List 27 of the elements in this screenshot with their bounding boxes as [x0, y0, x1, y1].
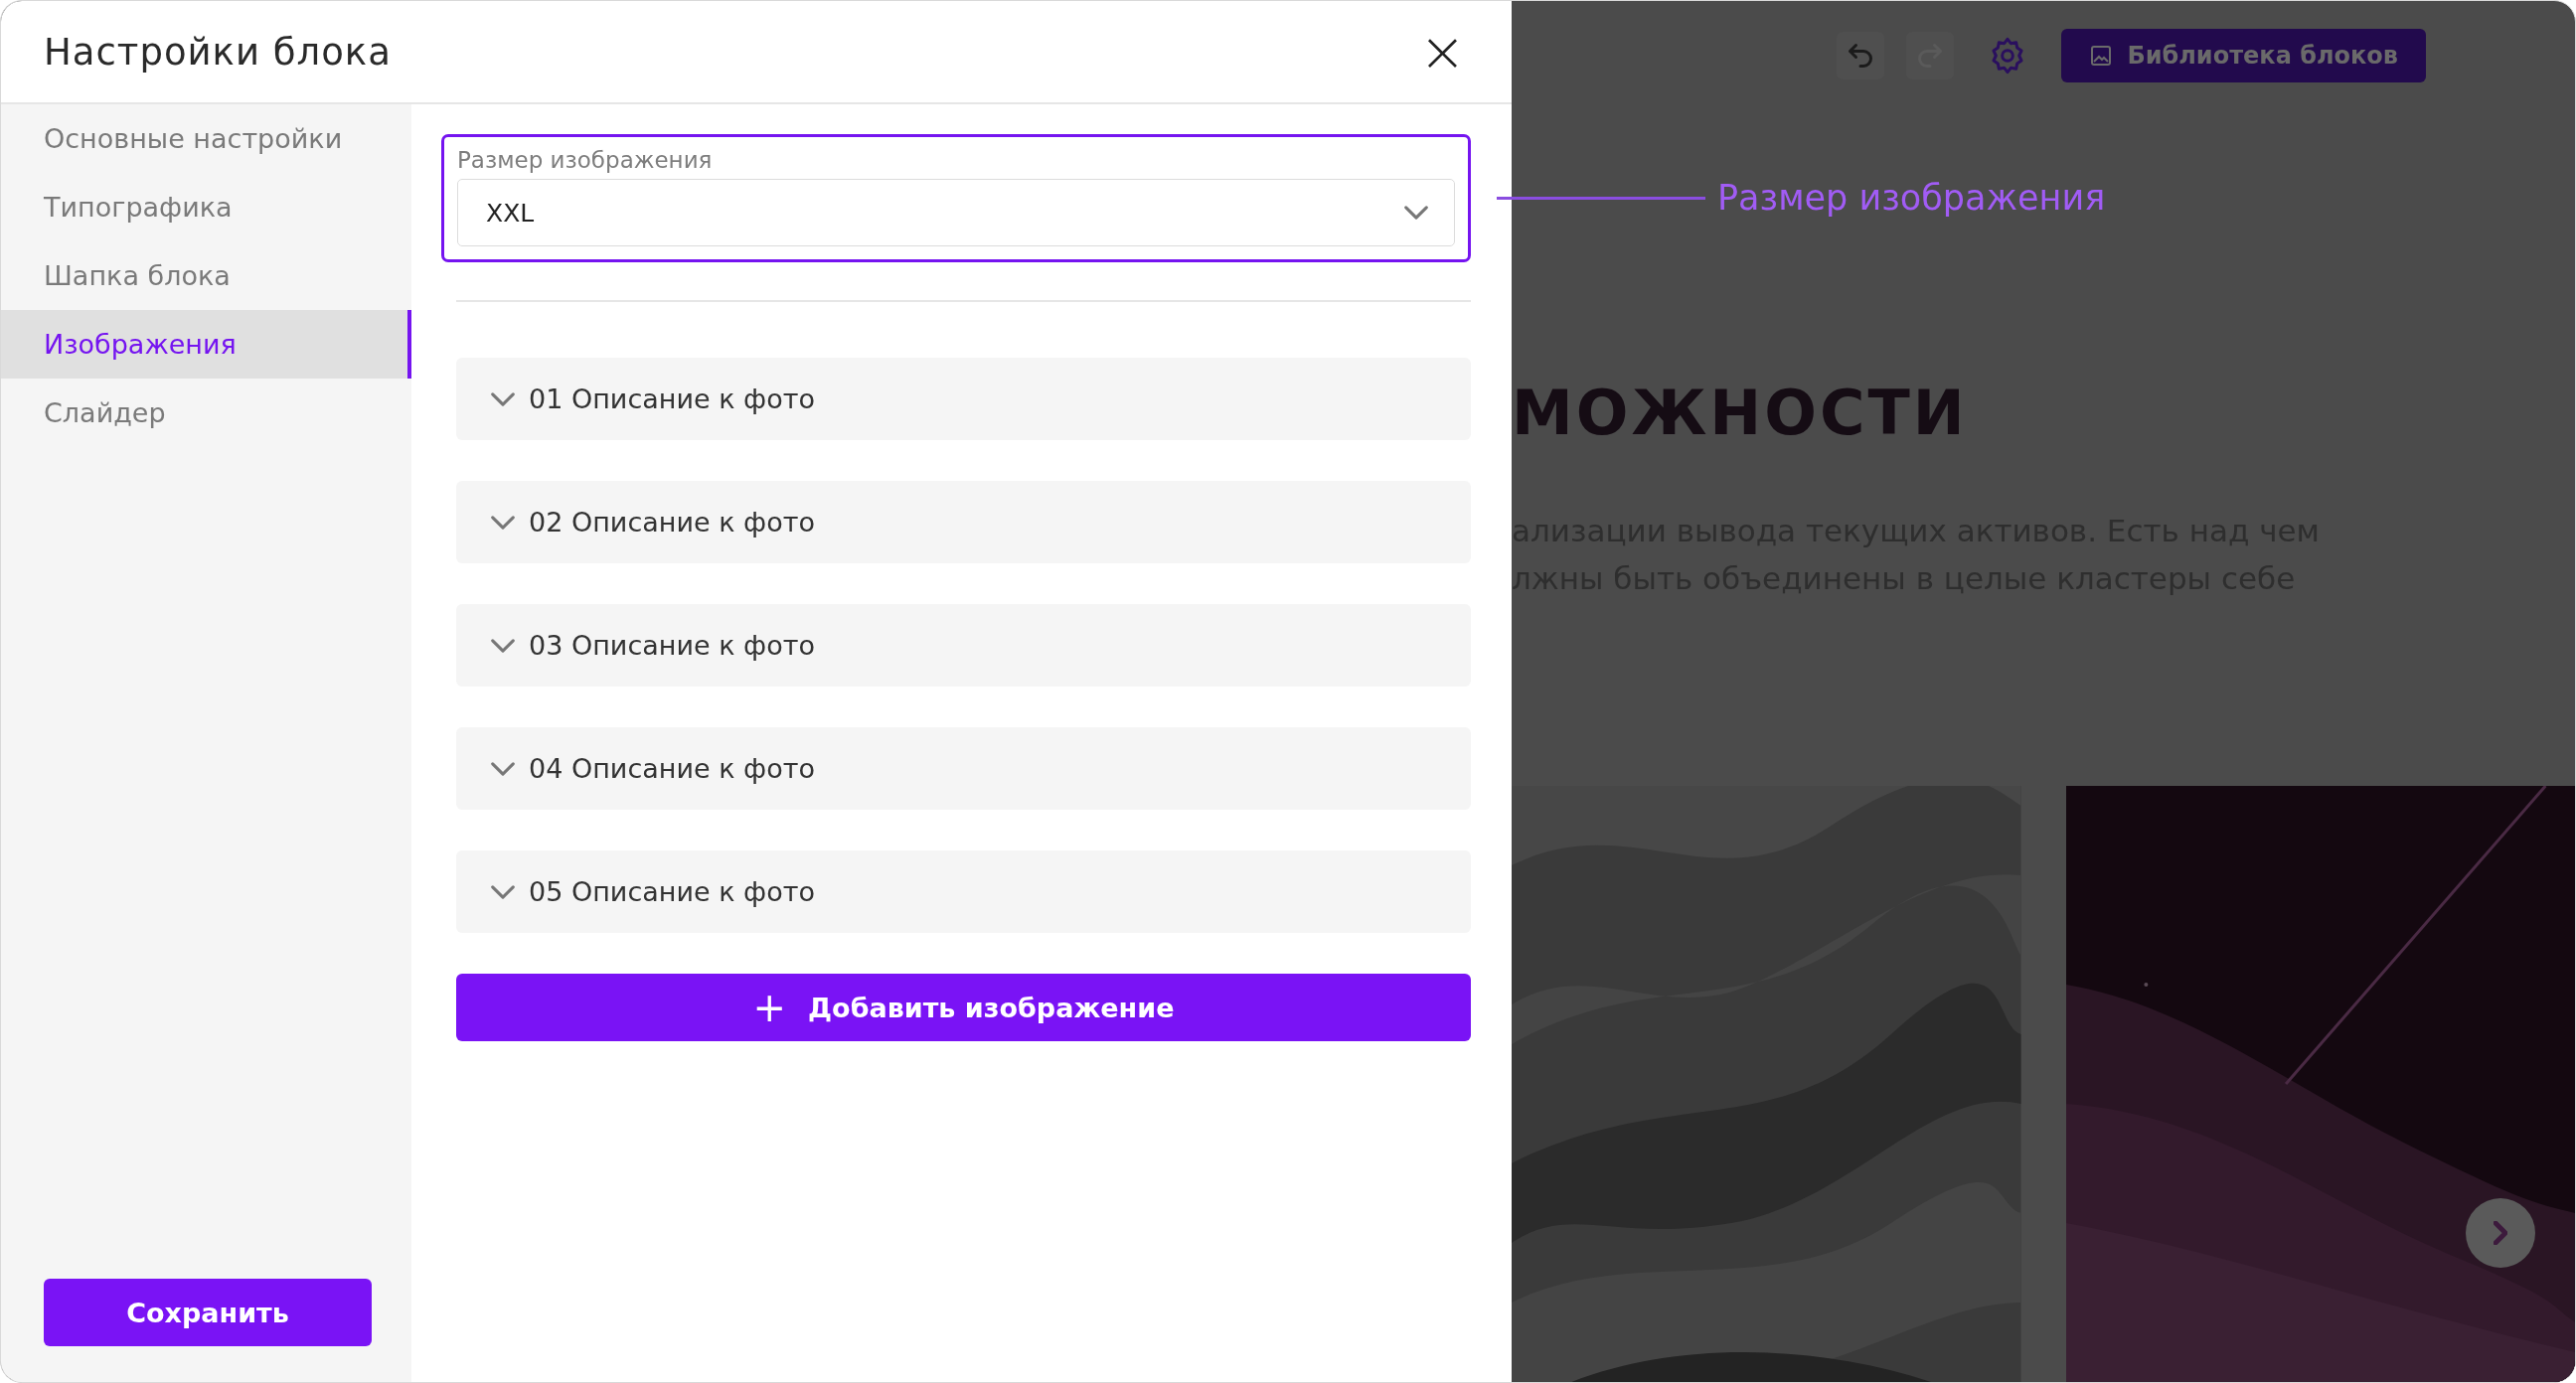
undo-icon[interactable]: [1837, 32, 1885, 79]
accordion-item[interactable]: 02 Описание к фото: [456, 481, 1471, 563]
image-icon: [2089, 44, 2114, 68]
sidebar-item[interactable]: Шапка блока: [1, 241, 411, 310]
save-button[interactable]: Сохранить: [44, 1279, 372, 1346]
chevron-down-icon: [1404, 206, 1428, 220]
field-label: Размер изображения: [457, 147, 714, 173]
sidebar-item[interactable]: Слайдер: [1, 379, 411, 447]
add-image-button[interactable]: + Добавить изображение: [456, 974, 1471, 1041]
dialog-title: Настройки блока: [44, 30, 392, 74]
sidebar-item[interactable]: Основные настройки: [1, 104, 411, 173]
chevron-down-icon: [491, 515, 515, 530]
accordion-item[interactable]: 04 Описание к фото: [456, 727, 1471, 810]
sidebar-item[interactable]: Типографика: [1, 173, 411, 241]
chevron-down-icon: [491, 638, 515, 653]
chevron-down-icon: [491, 761, 515, 776]
chevron-down-icon: [491, 391, 515, 406]
annotation-label: Размер изображения: [1717, 178, 2106, 218]
sidebar-item[interactable]: Изображения: [1, 310, 411, 379]
accordion-item[interactable]: 01 Описание к фото: [456, 358, 1471, 440]
size-dropdown[interactable]: XXL: [457, 179, 1455, 246]
section-heading: МОЖНОСТИ: [1512, 377, 1969, 449]
chevron-down-icon: [491, 884, 515, 899]
accordion-item[interactable]: 03 Описание к фото: [456, 604, 1471, 687]
close-button[interactable]: ×: [1413, 24, 1472, 79]
accordion-item[interactable]: 05 Описание к фото: [456, 850, 1471, 933]
chevron-right-icon: [2494, 1221, 2507, 1245]
